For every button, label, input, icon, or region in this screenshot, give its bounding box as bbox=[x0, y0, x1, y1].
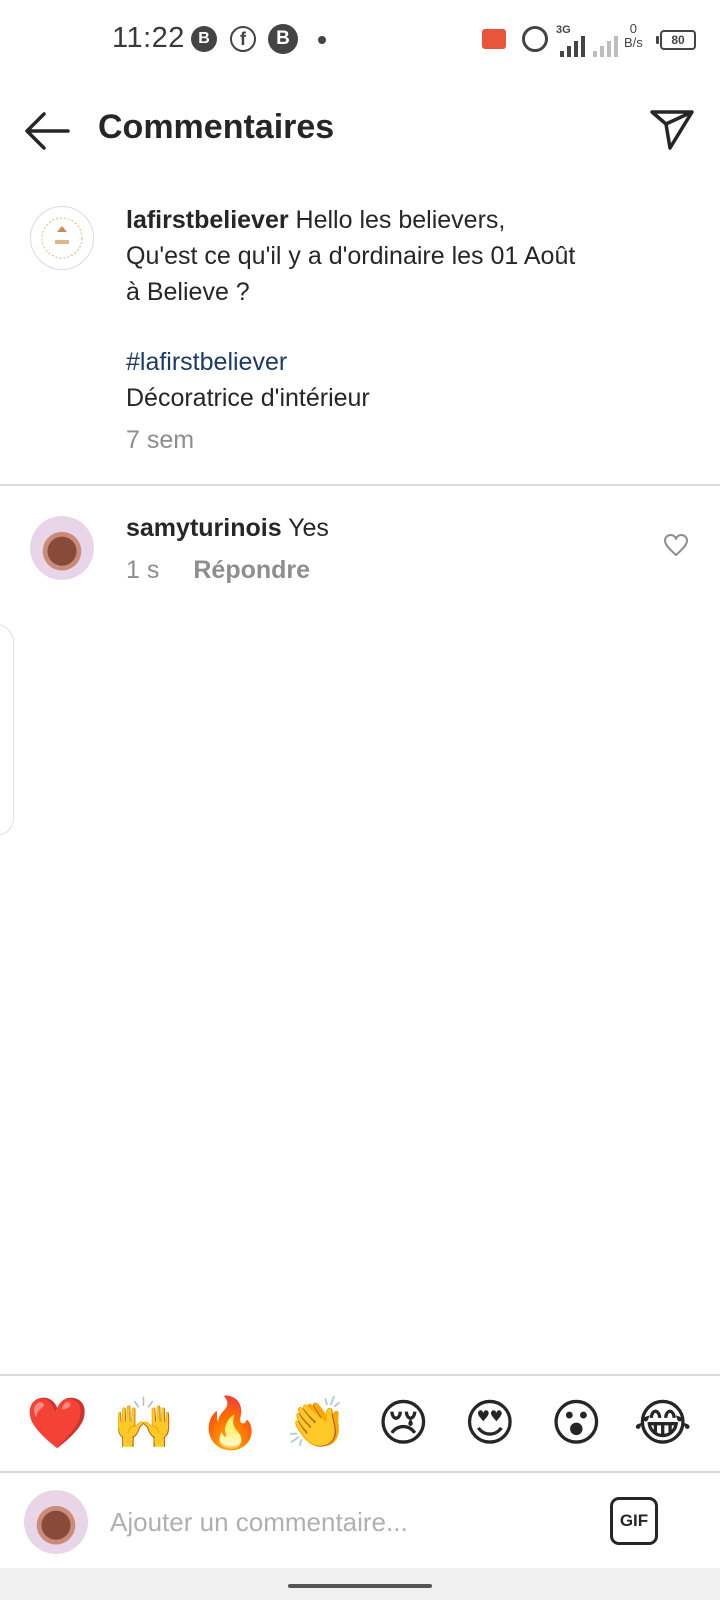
input-divider bbox=[0, 1471, 720, 1473]
like-comment-button[interactable] bbox=[663, 533, 689, 557]
comment-timestamp: 1 s bbox=[126, 556, 160, 584]
current-user-avatar bbox=[24, 1490, 88, 1554]
page-title: Commentaires bbox=[98, 108, 335, 146]
caption-author-avatar[interactable] bbox=[30, 206, 94, 270]
emoji-raised-hands-button[interactable]: 🙌 bbox=[107, 1392, 181, 1460]
emoji-heart-eyes-button[interactable]: 😍 bbox=[453, 1392, 527, 1460]
gif-button[interactable]: GIF bbox=[610, 1497, 658, 1545]
brand-logo-icon bbox=[41, 217, 83, 259]
caption-hashtag[interactable]: #lafirstbeliever bbox=[126, 344, 646, 380]
emoji-surprised-button[interactable]: 😮 bbox=[539, 1392, 613, 1460]
home-indicator[interactable] bbox=[288, 1584, 432, 1588]
emoji-bar-divider bbox=[0, 1374, 720, 1376]
comment-username[interactable]: samyturinois bbox=[126, 514, 282, 542]
network-speed: 0 B/s bbox=[624, 22, 643, 50]
battery-icon: 80 bbox=[656, 30, 696, 50]
caption-username[interactable]: lafirstbeliever bbox=[126, 206, 289, 234]
facebook-notification-icon: f bbox=[230, 26, 256, 52]
emoji-crying-button[interactable]: 😢 bbox=[366, 1392, 440, 1460]
emoji-clapping-button[interactable]: 👏 bbox=[280, 1392, 354, 1460]
network-speed-value: 0 bbox=[629, 21, 638, 36]
alarm-icon bbox=[522, 26, 548, 52]
comment-meta: 1 s Répondre bbox=[126, 552, 310, 588]
comment-author-avatar[interactable] bbox=[30, 516, 94, 580]
emoji-laughing-button[interactable]: 😂 bbox=[626, 1392, 700, 1460]
emoji-fire-button[interactable]: 🔥 bbox=[193, 1392, 267, 1460]
app-b-notification-icon: B bbox=[268, 24, 298, 54]
reply-button[interactable]: Répondre bbox=[193, 552, 310, 588]
status-bar: 11:22 B f B 3G 0 B/s 80 bbox=[0, 0, 720, 82]
app-b-notification-icon: B bbox=[191, 26, 217, 52]
header: Commentaires bbox=[0, 90, 720, 170]
comment-input[interactable] bbox=[110, 1500, 570, 1544]
signal-strength-2-icon bbox=[593, 36, 618, 57]
caption: lafirstbeliever Hello les believers, Qu'… bbox=[126, 202, 646, 458]
cast-icon bbox=[482, 29, 506, 49]
signal-strength-icon bbox=[560, 36, 585, 57]
status-time: 11:22 bbox=[112, 22, 185, 54]
send-icon bbox=[650, 110, 694, 150]
arrow-left-icon bbox=[25, 112, 70, 150]
network-speed-unit: B/s bbox=[624, 35, 643, 50]
share-button[interactable] bbox=[648, 104, 698, 154]
heart-icon bbox=[663, 533, 689, 557]
more-notifications-dot-icon bbox=[318, 36, 326, 44]
caption-text-line3: à Believe ? bbox=[126, 278, 250, 306]
caption-text-line2: Qu'est ce qu'il y a d'ordinaire les 01 A… bbox=[126, 242, 576, 270]
caption-subtitle: Décoratrice d'intérieur bbox=[126, 384, 370, 412]
comment-text: Yes bbox=[288, 514, 329, 542]
caption-text-line1: Hello les believers, bbox=[295, 206, 506, 234]
network-type-label: 3G bbox=[556, 24, 571, 36]
comment-item: samyturinois Yes bbox=[126, 510, 329, 546]
emoji-bar: ❤️ 🙌 🔥 👏 😢 😍 😮 😂 bbox=[0, 1392, 720, 1460]
caption-timestamp: 7 sem bbox=[126, 426, 195, 454]
back-button[interactable] bbox=[22, 108, 72, 154]
caption-divider bbox=[0, 484, 720, 486]
side-panel-handle[interactable] bbox=[0, 624, 14, 836]
emoji-heart-button[interactable]: ❤️ bbox=[20, 1392, 94, 1460]
